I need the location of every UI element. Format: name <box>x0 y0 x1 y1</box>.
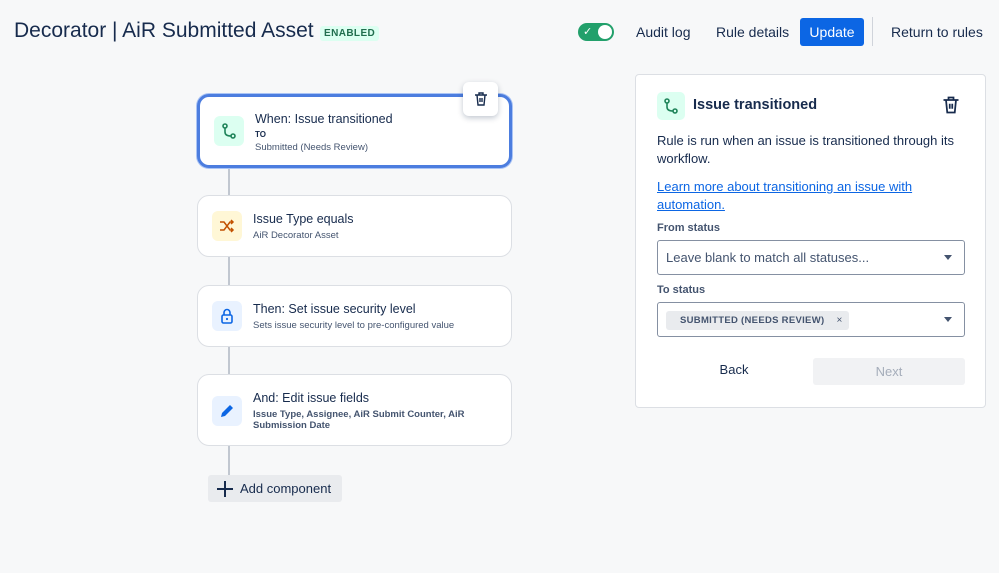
from-status-label: From status <box>657 222 720 234</box>
lock-icon <box>212 301 242 331</box>
chevron-down-icon <box>944 317 952 322</box>
action-card[interactable]: Then: Set issue security level Sets issu… <box>197 285 512 347</box>
plus-icon <box>217 480 233 497</box>
toggle-knob <box>598 25 612 39</box>
status-chip: SUBMITTED (NEEDS REVIEW) × <box>666 311 850 330</box>
check-icon: ✓ <box>583 26 593 38</box>
flow-connector <box>228 346 230 376</box>
action-card[interactable]: And: Edit issue fields Issue Type, Assig… <box>197 374 512 446</box>
return-to-rules-button[interactable]: Return to rules <box>885 18 989 46</box>
from-status-select[interactable]: Leave blank to match all statuses... <box>657 240 965 275</box>
card-title: When: Issue transitioned <box>255 112 393 126</box>
card-subtitle: Submitted (Needs Review) <box>255 142 368 153</box>
delete-component-button[interactable] <box>463 82 498 116</box>
chevron-down-icon <box>944 255 952 260</box>
card-subtitle: Sets issue security level to pre-configu… <box>253 320 455 331</box>
to-status-label: To status <box>657 284 706 296</box>
rule-enabled-toggle[interactable]: ✓ <box>578 23 614 41</box>
delete-trigger-button[interactable] <box>939 93 963 117</box>
component-config-panel: Issue transitioned Rule is run when an i… <box>635 74 986 408</box>
panel-title: Issue transitioned <box>693 97 818 113</box>
audit-log-button[interactable]: Audit log <box>630 18 696 46</box>
card-title: Then: Set issue security level <box>253 302 416 316</box>
rule-details-button[interactable]: Rule details <box>710 18 795 46</box>
card-title: And: Edit issue fields <box>253 391 370 405</box>
flow-connector <box>228 446 230 475</box>
next-button: Next <box>813 358 965 385</box>
card-subtitle: AiR Decorator Asset <box>253 230 339 241</box>
pencil-icon <box>212 396 242 426</box>
panel-description: Rule is run when an issue is transitione… <box>657 133 954 166</box>
condition-card[interactable]: Issue Type equals AiR Decorator Asset <box>197 195 512 257</box>
trash-icon <box>943 96 959 114</box>
flow-connector <box>228 256 230 286</box>
card-title: Issue Type equals <box>253 212 354 226</box>
branch-icon <box>657 92 685 120</box>
trash-icon <box>474 92 487 106</box>
learn-more-link[interactable]: Learn more about transitioning an issue … <box>657 178 957 213</box>
update-button[interactable]: Update <box>800 18 864 46</box>
status-badge: ENABLED <box>320 26 380 41</box>
card-subtitle: Issue Type, Assignee, AiR Submit Counter… <box>253 409 465 431</box>
from-status-placeholder: Leave blank to match all statuses... <box>666 250 870 265</box>
remove-chip-icon[interactable]: × <box>833 315 845 326</box>
shuffle-icon <box>212 211 242 241</box>
to-label: TO <box>255 130 266 139</box>
add-component-button[interactable]: Add component <box>208 475 342 502</box>
add-component-label: Add component <box>240 481 332 496</box>
branch-icon <box>214 116 244 146</box>
flow-connector <box>228 166 230 196</box>
to-status-select[interactable]: SUBMITTED (NEEDS REVIEW) × <box>657 302 965 337</box>
header-divider <box>872 17 873 46</box>
status-chip-label: SUBMITTED (NEEDS REVIEW) <box>680 315 825 326</box>
back-button[interactable]: Back <box>707 357 761 383</box>
page-title: Decorator | AiR Submitted Asset <box>14 19 314 42</box>
